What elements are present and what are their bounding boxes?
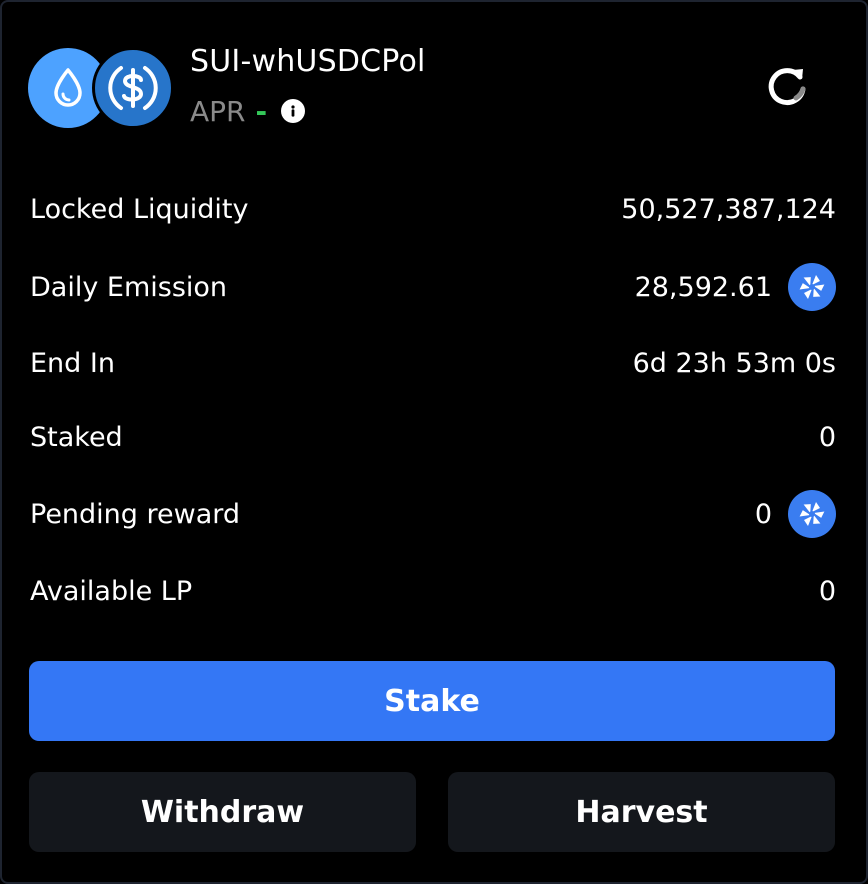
stat-row-staked: Staked 0 xyxy=(30,414,836,460)
stat-label: Locked Liquidity xyxy=(30,193,249,225)
refresh-button[interactable] xyxy=(760,58,814,112)
pinwheel-token-icon xyxy=(788,263,836,311)
stat-value: 6d 23h 53m 0s xyxy=(632,347,836,379)
stat-value-wrap: 28,592.61 xyxy=(635,263,836,311)
farm-pool-card: SUI-whUSDCPol APR - Locked Liquidity 50,… xyxy=(0,0,868,884)
dollar-circle-icon xyxy=(108,66,158,110)
refresh-icon xyxy=(768,68,806,106)
info-icon[interactable] xyxy=(281,99,306,123)
harvest-button[interactable]: Harvest xyxy=(448,772,835,852)
stat-row-available-lp: Available LP 0 xyxy=(30,568,836,614)
stat-value-wrap: 0 xyxy=(819,422,836,453)
stat-value-wrap: 0 xyxy=(755,490,836,538)
apr-value: - xyxy=(255,94,268,128)
stat-value: 0 xyxy=(818,421,836,453)
stat-row-pending-reward: Pending reward 0 xyxy=(30,490,836,538)
stat-value: 0 xyxy=(754,498,772,530)
stat-label: Pending reward xyxy=(30,498,241,530)
stat-label: Staked xyxy=(30,421,123,453)
token-pair-icons xyxy=(28,47,178,129)
usdc-token-icon xyxy=(92,47,174,129)
stake-button[interactable]: Stake xyxy=(29,661,835,741)
apr-row: APR - xyxy=(190,92,306,130)
stat-value-wrap: 0 xyxy=(819,576,836,607)
pinwheel-token-icon xyxy=(788,490,836,538)
stat-label: End In xyxy=(30,347,115,379)
stat-row-end-in: End In 6d 23h 53m 0s xyxy=(30,340,836,386)
stat-value: 28,592.61 xyxy=(634,271,772,303)
stat-value-wrap: 6d 23h 53m 0s xyxy=(633,348,836,379)
stat-value-wrap: 50,527,387,124 xyxy=(621,194,836,225)
withdraw-button[interactable]: Withdraw xyxy=(29,772,416,852)
water-drop-icon xyxy=(54,68,82,107)
stat-value: 0 xyxy=(818,575,836,607)
stat-label: Daily Emission xyxy=(30,271,228,303)
pool-pair-name: SUI-whUSDCPol xyxy=(190,44,426,79)
stat-row-locked-liquidity: Locked Liquidity 50,527,387,124 xyxy=(30,186,836,232)
stat-row-daily-emission: Daily Emission 28,592.61 xyxy=(30,263,836,311)
stat-value: 50,527,387,124 xyxy=(621,193,836,225)
apr-label: APR xyxy=(190,94,246,128)
stat-label: Available LP xyxy=(30,575,193,607)
